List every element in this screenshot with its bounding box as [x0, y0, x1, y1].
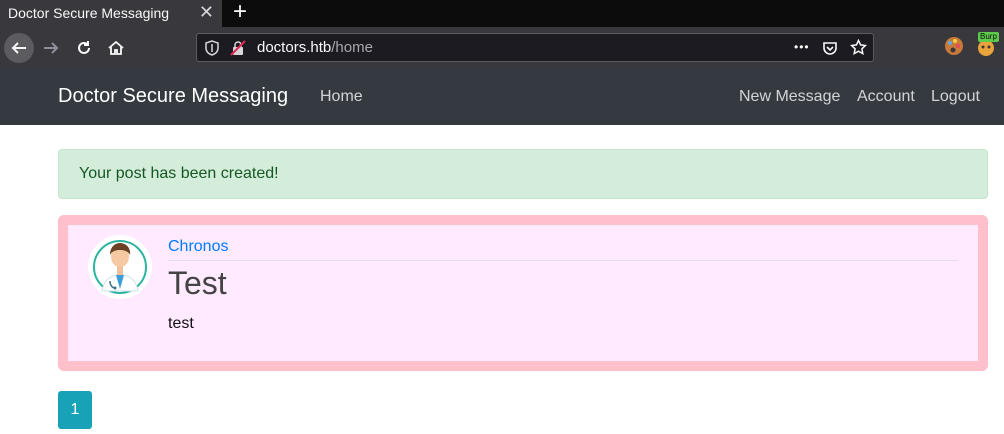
post-divider [168, 260, 958, 261]
burp-extension-icon[interactable]: Burp [975, 32, 1001, 61]
url-bar[interactable]: doctors.htb/home ••• [196, 33, 874, 62]
shield-icon[interactable] [205, 40, 219, 56]
browser-toolbar: doctors.htb/home ••• Burp [0, 27, 1004, 68]
pagination-page-1[interactable]: 1 [58, 391, 92, 429]
new-tab-button[interactable]: + [226, 0, 254, 27]
back-button[interactable] [4, 33, 34, 63]
url-text[interactable]: doctors.htb/home [257, 34, 373, 61]
post-author-link[interactable]: Chronos [168, 238, 228, 256]
site-navbar: Doctor Secure Messaging Home New Message… [0, 68, 1004, 125]
doctor-avatar-icon [93, 240, 147, 294]
site-brand[interactable]: Doctor Secure Messaging [58, 68, 288, 125]
page-actions-icon[interactable]: ••• [794, 34, 810, 61]
post-body: test [168, 315, 194, 332]
extension-badge: Burp [978, 32, 999, 42]
reload-icon [78, 41, 90, 54]
insecure-lock-icon[interactable] [230, 40, 246, 56]
home-icon [108, 40, 124, 55]
post-card: Chronos Test test [58, 215, 988, 371]
forward-button[interactable] [36, 33, 66, 63]
url-path: /home [331, 39, 373, 56]
success-alert: Your post has been created! [58, 149, 988, 199]
pocket-icon[interactable] [822, 40, 838, 56]
tab-title: Doctor Secure Messaging [8, 5, 170, 21]
nav-account-link[interactable]: Account [857, 68, 915, 125]
reload-button[interactable] [69, 33, 99, 63]
forward-arrow-icon [44, 42, 59, 54]
url-host: doctors.htb [257, 39, 332, 56]
back-arrow-icon [11, 42, 26, 54]
doctor-avatar [88, 235, 152, 299]
palette-extension-icon[interactable] [943, 35, 969, 61]
palette-icon [945, 37, 963, 55]
bookmark-star-icon[interactable] [850, 39, 867, 56]
nav-logout-link[interactable]: Logout [931, 68, 980, 125]
browser-tab-bar: Doctor Secure Messaging ✕ + [0, 0, 1004, 27]
nav-home-link[interactable]: Home [320, 68, 363, 125]
close-tab-icon[interactable]: ✕ [199, 0, 214, 25]
nav-new-message-link[interactable]: New Message [739, 68, 840, 125]
browser-tab[interactable]: Doctor Secure Messaging ✕ [0, 0, 222, 27]
alert-message: Your post has been created! [79, 165, 279, 182]
post-title: Test [168, 265, 227, 301]
home-button[interactable] [101, 33, 131, 63]
